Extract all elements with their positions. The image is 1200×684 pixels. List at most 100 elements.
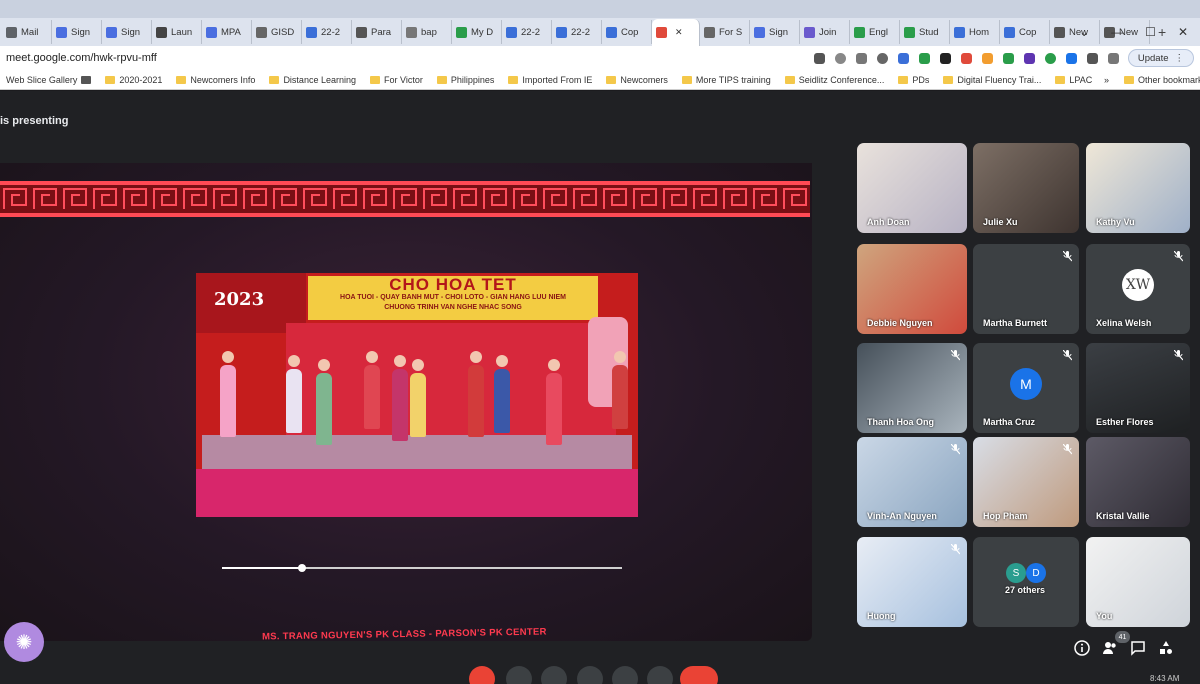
extension-icon[interactable] <box>982 52 993 64</box>
google-icon[interactable] <box>835 52 846 64</box>
bookmark-item[interactable]: Distance Learning <box>263 75 364 85</box>
star-icon[interactable] <box>877 52 888 64</box>
participant-tile[interactable]: XW Xelina Welsh <box>1086 244 1190 334</box>
extension-icon[interactable] <box>898 52 909 64</box>
tab-favicon-icon <box>406 26 417 38</box>
browser-tab[interactable]: 22-2 <box>302 20 352 44</box>
dancer-figure <box>392 369 408 441</box>
video-seek-bar[interactable] <box>222 564 622 572</box>
browser-tab[interactable]: bap <box>402 20 452 44</box>
bookmark-item[interactable]: Newcomers Info <box>170 75 263 85</box>
bookmark-item[interactable]: Digital Fluency Trai... <box>937 75 1049 85</box>
more-vert-icon: ⋮ <box>1174 52 1185 64</box>
participant-tile[interactable]: Kathy Vu <box>1086 143 1190 233</box>
participant-tile[interactable]: Martha Burnett <box>973 244 1079 334</box>
browser-tab[interactable]: My D <box>452 20 502 44</box>
other-bookmarks[interactable]: Other bookmarks <box>1118 75 1200 85</box>
extension-icons <box>814 52 1140 64</box>
browser-tab[interactable]: ✕ <box>652 19 700 46</box>
bookmark-item[interactable]: Imported From IE <box>502 75 600 85</box>
bookmark-label: Imported From IE <box>522 74 593 85</box>
browser-tab[interactable]: For S <box>700 20 750 44</box>
browser-tab[interactable]: Laun <box>152 20 202 44</box>
participant-tile[interactable]: Thanh Hoa Ong <box>857 343 967 433</box>
chevron-down-icon[interactable]: ⌄ <box>1079 25 1089 39</box>
extension-icon[interactable] <box>1045 52 1056 64</box>
participant-tile[interactable]: Hop Pham <box>973 437 1079 527</box>
bookmark-item[interactable]: PDs <box>892 75 937 85</box>
share-icon[interactable] <box>856 52 867 64</box>
participant-tile[interactable]: Anh Doan <box>857 143 967 233</box>
browser-tab[interactable]: Hom <box>950 20 1000 44</box>
bookmark-item[interactable]: Seidlitz Conference... <box>779 75 893 85</box>
browser-tab[interactable]: Para <box>352 20 402 44</box>
meet-stage: is presenting 2023 CHO HOA TET HOA TUOI … <box>0 91 1200 684</box>
minimize-icon[interactable]: — <box>1111 25 1123 39</box>
info-icon[interactable] <box>1074 640 1090 656</box>
activities-icon[interactable] <box>1158 640 1174 656</box>
extension-icon[interactable] <box>961 52 972 64</box>
browser-tab[interactable]: Sign <box>52 20 102 44</box>
participant-tile[interactable]: Julie Xu <box>973 143 1079 233</box>
tab-label: Para <box>371 26 392 38</box>
maximize-icon[interactable]: ☐ <box>1145 25 1156 39</box>
bookmark-item[interactable]: Newcomers <box>600 75 676 85</box>
sidebar-icon[interactable] <box>1108 52 1119 64</box>
tab-favicon-icon <box>106 26 117 38</box>
participant-tile[interactable]: Vinh-An Nguyen <box>857 437 967 527</box>
participant-tile[interactable]: Esther Flores <box>1086 343 1190 433</box>
browser-tab[interactable]: Cop <box>602 20 652 44</box>
bookmarks-overflow[interactable]: » <box>1104 75 1109 85</box>
bookmark-item[interactable]: For Victor <box>364 75 431 85</box>
avatar: M <box>1010 368 1042 400</box>
browser-tab[interactable]: GISD <box>252 20 302 44</box>
browser-tab[interactable]: Sign <box>102 20 152 44</box>
tab-favicon-icon <box>506 26 517 38</box>
extension-icon[interactable] <box>1066 52 1077 64</box>
browser-tab[interactable]: Engl <box>850 20 900 44</box>
activities-button[interactable]: ✺ <box>4 622 44 662</box>
tab-favicon-icon <box>854 26 865 38</box>
extension-icon[interactable] <box>940 52 951 64</box>
browser-tab[interactable]: Sign <box>750 20 800 44</box>
seek-progress <box>222 567 302 569</box>
chat-icon[interactable] <box>1130 640 1146 656</box>
close-tab-icon[interactable]: ✕ <box>675 27 683 38</box>
browser-tab[interactable]: 22-2 <box>502 20 552 44</box>
presented-video[interactable]: 2023 CHO HOA TET HOA TUOI - QUAY BANH MU… <box>196 273 638 517</box>
browser-tab[interactable]: Cop <box>1000 20 1050 44</box>
participant-tile[interactable]: You <box>1086 537 1190 627</box>
bookmark-item[interactable]: More TIPS training <box>676 75 779 85</box>
browser-tab[interactable]: 22-2 <box>552 20 602 44</box>
seek-handle[interactable] <box>298 564 306 572</box>
puzzle-icon[interactable] <box>1087 52 1098 64</box>
end-call-button[interactable] <box>680 666 718 684</box>
participant-tile[interactable]: Debbie Nguyen <box>857 244 967 334</box>
bookmark-item[interactable]: Philippines <box>431 75 503 85</box>
browser-tab[interactable]: Join <box>800 20 850 44</box>
extension-icon[interactable] <box>919 52 930 64</box>
tab-favicon-icon <box>954 26 965 38</box>
participant-tile[interactable]: M Martha Cruz <box>973 343 1079 433</box>
update-button[interactable]: Update ⋮ <box>1127 49 1194 67</box>
others-tile[interactable]: S D 27 others <box>973 537 1079 627</box>
url-field[interactable]: meet.google.com/hwk-rpvu-mff <box>6 52 157 64</box>
browser-tab[interactable]: MPA <box>202 20 252 44</box>
bookmark-item[interactable]: LPAC <box>1049 75 1100 85</box>
tab-favicon-icon <box>1054 26 1065 38</box>
participant-tile[interactable]: Huong <box>857 537 967 627</box>
browser-tab[interactable]: Mail <box>2 20 52 44</box>
folder-icon <box>1055 75 1066 84</box>
participant-tile[interactable]: Kristal Vallie <box>1086 437 1190 527</box>
mic-off-icon <box>1174 350 1183 361</box>
extension-icon[interactable] <box>1024 52 1035 64</box>
close-icon[interactable]: ✕ <box>1178 25 1188 39</box>
bookmark-item[interactable]: 2020-2021 <box>99 75 170 85</box>
participant-name: Kristal Vallie <box>1096 511 1150 521</box>
dancer-figure <box>468 365 484 437</box>
browser-tab[interactable]: Stud <box>900 20 950 44</box>
camera-icon[interactable] <box>814 52 825 64</box>
people-icon[interactable] <box>1102 640 1118 656</box>
extension-icon[interactable] <box>1003 52 1014 64</box>
bookmark-item[interactable]: Web Slice Gallery <box>0 75 99 85</box>
